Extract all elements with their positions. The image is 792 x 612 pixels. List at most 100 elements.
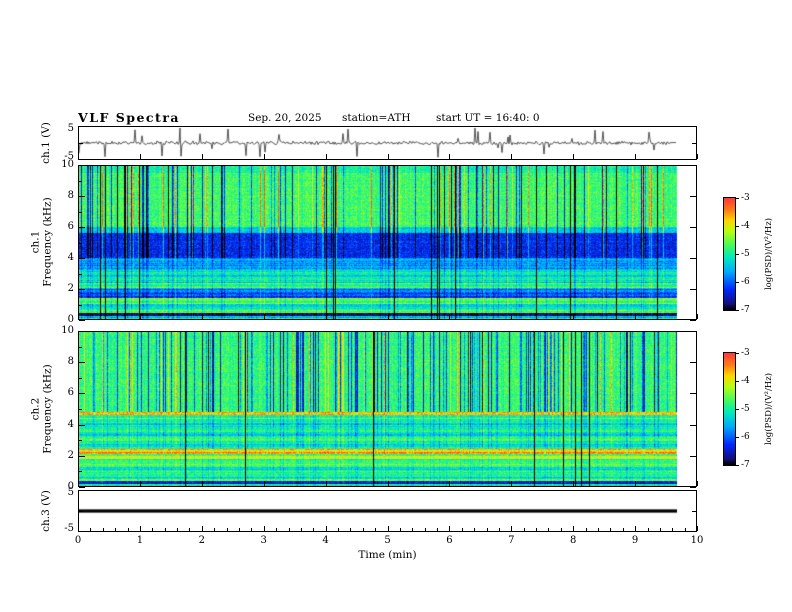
x-minor-tick-mark <box>598 528 599 531</box>
x-tick-mark <box>511 526 513 531</box>
colorbar-tick-label: -3 <box>741 348 750 358</box>
x-tick-mark <box>511 154 513 159</box>
y-zero-tick-mark <box>79 143 83 144</box>
x-tick-label: 2 <box>198 535 205 546</box>
y-tick-mark-right <box>690 455 696 457</box>
x-minor-tick-mark <box>102 528 104 531</box>
x-minor-tick-mark <box>474 528 476 531</box>
x-minor-tick-mark <box>338 528 339 531</box>
colorbar-tick-label: -3 <box>741 193 750 203</box>
y-tick-label: 10 <box>61 325 74 336</box>
header-station: station=ATH <box>342 112 411 124</box>
x-minor-tick-mark <box>412 528 414 531</box>
x-tick-mark <box>635 154 637 159</box>
x-minor-tick-mark <box>536 528 538 531</box>
y-tick-label: 4 <box>67 418 74 430</box>
x-tick-mark <box>387 481 389 486</box>
x-tick-mark <box>78 481 79 486</box>
x-tick-label: 8 <box>570 535 577 546</box>
y-minor-tick-mark <box>79 180 82 182</box>
y-tick-mark-right <box>690 331 696 332</box>
header-date: Sep. 20, 2025 <box>248 112 322 124</box>
ch1-spectrogram-ylabel-line2: Frequency (kHz) <box>41 197 54 287</box>
x-tick-mark <box>635 526 637 531</box>
x-minor-tick-mark <box>152 528 154 531</box>
x-tick-mark <box>511 314 513 319</box>
x-tick-mark <box>201 481 203 486</box>
x-tick-mark <box>325 526 327 531</box>
y-tick-mark-right <box>690 289 696 290</box>
colorbar-tick-label: -4 <box>741 376 750 386</box>
x-minor-tick-mark <box>127 528 129 531</box>
x-tick-label: 6 <box>446 535 453 546</box>
x-tick-mark <box>263 481 265 486</box>
colorbar-tick-mark <box>736 226 739 227</box>
x-minor-tick-mark <box>214 528 216 531</box>
y-tick-label: 6 <box>67 387 74 399</box>
colorbar-2-label: log(PSD)/(V²/Hz) <box>764 372 774 446</box>
x-minor-tick-mark <box>177 528 178 531</box>
x-tick-mark <box>78 314 79 319</box>
ch1-spectrogram-panel <box>78 165 697 320</box>
y-tick-mark-right <box>690 362 696 364</box>
ch2-spectrogram-ylabel-line1: ch.2 <box>29 397 42 421</box>
x-tick-label: 1 <box>136 535 144 546</box>
x-minor-tick-mark <box>362 528 364 531</box>
y-tick-mark-right <box>690 196 696 197</box>
y-tick-mark <box>79 455 85 457</box>
y-tick-mark <box>79 320 85 321</box>
x-tick-mark <box>573 526 575 531</box>
x-tick-mark <box>325 481 327 486</box>
y-tick-label: 8 <box>67 356 74 368</box>
x-tick-mark <box>387 154 389 159</box>
x-minor-tick-mark <box>659 528 661 531</box>
colorbar-2-canvas <box>724 353 735 465</box>
x-tick-mark <box>325 154 327 159</box>
x-axis-label: Time (min) <box>358 549 417 561</box>
colorbar-1 <box>723 197 736 311</box>
y-minor-tick-mark <box>79 242 82 244</box>
y-minor-tick-mark <box>79 377 82 379</box>
y-tick-mark-right <box>690 227 696 228</box>
y-tick-mark-right <box>690 320 696 321</box>
x-tick-mark <box>697 481 698 486</box>
colorbar-tick-mark <box>736 282 739 283</box>
y-zero-tick-mark-right <box>692 143 696 144</box>
x-tick-mark <box>573 314 575 319</box>
x-tick-mark <box>78 154 79 159</box>
colorbar-tick-mark <box>736 437 739 438</box>
colorbar-tick-mark <box>736 381 739 382</box>
ch2-spectrogram-ylabel-line2: Frequency (kHz) <box>41 364 54 454</box>
x-minor-tick-mark <box>288 528 290 531</box>
x-minor-tick-mark <box>560 528 562 531</box>
x-tick-mark <box>511 481 513 486</box>
x-tick-mark <box>449 481 451 486</box>
x-tick-mark <box>201 314 203 319</box>
ch1-spectrogram-canvas <box>79 166 696 319</box>
colorbar-tick-label: -7 <box>741 460 750 470</box>
x-tick-mark <box>263 526 265 531</box>
x-minor-tick-mark <box>647 528 649 531</box>
x-minor-tick-mark <box>90 528 92 531</box>
y-minor-tick-mark <box>79 211 82 213</box>
ch3-waveform-canvas <box>79 491 696 531</box>
x-minor-tick-mark <box>622 528 624 531</box>
y-minor-tick-mark <box>79 346 82 348</box>
colorbar-tick-label: -5 <box>741 404 750 414</box>
y-tick-mark <box>79 227 85 228</box>
y-tick-mark-right <box>690 165 696 166</box>
y-tick-label: 5 <box>67 487 74 498</box>
x-tick-mark <box>139 154 141 159</box>
x-minor-tick-mark <box>300 528 302 531</box>
y-tick-mark <box>79 424 85 426</box>
y-tick-mark <box>79 393 85 395</box>
y-tick-label: -5 <box>64 523 74 534</box>
y-minor-tick-mark <box>79 440 82 442</box>
x-minor-tick-mark <box>585 528 587 531</box>
colorbar-tick-mark <box>736 353 739 354</box>
x-minor-tick-mark <box>486 528 488 531</box>
colorbar-tick-mark <box>736 310 739 311</box>
y-zero-tick-mark-right <box>692 511 696 512</box>
y-minor-tick-mark <box>79 304 82 306</box>
y-tick-label: 4 <box>67 252 74 263</box>
